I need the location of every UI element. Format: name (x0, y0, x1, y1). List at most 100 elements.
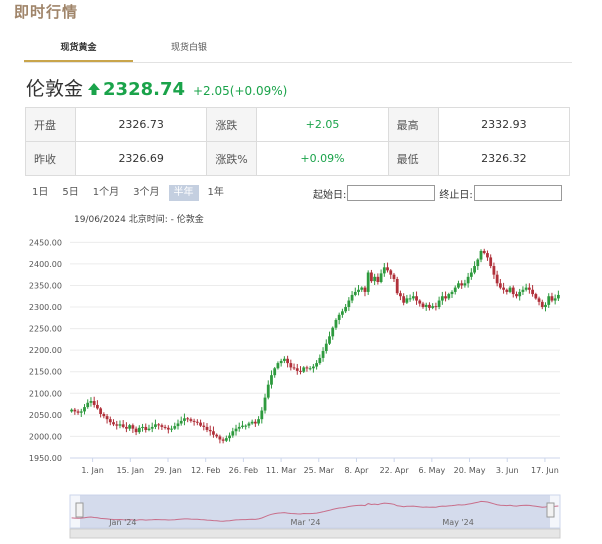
navigator-scrollbar (69, 528, 561, 539)
candle-body (424, 304, 428, 308)
navigator-handle-left (75, 502, 84, 518)
stat-label-change-pct: 涨跌% (206, 141, 258, 176)
candle-body (137, 427, 141, 433)
candle-body (495, 274, 499, 284)
candle-body (257, 419, 260, 424)
candle-body (341, 311, 344, 315)
x-tick-label: 11. Mar (266, 466, 297, 475)
market-tabs: 现货黄金 现货白银 (24, 38, 572, 63)
candle-body (73, 409, 77, 412)
candle-body (469, 272, 473, 277)
stat-label-low: 最低 (387, 141, 439, 176)
candle-body (408, 298, 412, 300)
start-date-input[interactable] (347, 185, 436, 201)
candle-body (166, 427, 170, 430)
candle-body (250, 421, 254, 424)
candle-body (534, 294, 538, 299)
candle-body (189, 419, 193, 421)
x-tick-label: 15. Jan (117, 466, 145, 475)
candle-body (186, 418, 190, 420)
range-button-1y[interactable]: 1年 (203, 185, 229, 201)
candle-body (486, 253, 489, 258)
range-button-6m[interactable]: 半年 (168, 185, 199, 201)
y-tick-label: 2200.00 (29, 346, 62, 355)
candle-body (328, 336, 331, 344)
candle-body (337, 314, 341, 320)
x-tick-label: 12. Feb (191, 466, 220, 475)
candle-body (556, 294, 560, 299)
candle-body (431, 306, 435, 308)
candle-body (360, 287, 364, 290)
tab-spot-gold[interactable]: 现货黄金 (24, 38, 133, 62)
candle-body (199, 422, 202, 426)
navigator-label: Mar '24 (291, 518, 321, 527)
y-tick-label: 2300.00 (29, 303, 62, 312)
candle-body (415, 296, 418, 301)
candle-body (476, 259, 480, 267)
candle-body (282, 358, 286, 361)
stats-row: 昨收 2326.69 涨跌% +0.09% 最低 2326.32 (24, 141, 571, 176)
candle-body (357, 289, 360, 292)
chart-background (26, 230, 568, 540)
tab-spot-silver[interactable]: 现货白银 (144, 38, 234, 62)
end-date-input[interactable] (473, 185, 562, 201)
candle-body (89, 401, 93, 403)
price-chart: 1950.00 2000.00 2050.00 2100.00 2150.00 2200.… (26, 230, 568, 540)
stat-label-high: 最高 (387, 107, 439, 142)
candle-body (350, 294, 354, 301)
candle-body (276, 363, 280, 369)
candle-body (379, 273, 383, 282)
candle-body (218, 436, 222, 440)
candle-body (253, 421, 257, 424)
candle-body (266, 384, 270, 398)
candle-body (160, 425, 164, 427)
candle-body (208, 429, 212, 432)
candle-body (518, 291, 522, 297)
candle-body (440, 296, 444, 301)
candle-body (202, 425, 206, 427)
candle-body (105, 416, 109, 420)
candle-body (450, 291, 454, 295)
candle-body (347, 300, 351, 308)
range-button-3m[interactable]: 3个月 (128, 185, 164, 201)
candle-body (273, 368, 277, 376)
candle-body (482, 250, 486, 254)
candle-body (83, 407, 86, 412)
candle-body (428, 304, 431, 308)
candle-body (479, 250, 483, 260)
stat-value-prev-close: 2326.69 (75, 141, 208, 176)
candle-body (453, 287, 457, 292)
candlestick-chart-svg: 1950.00 2000.00 2050.00 2100.00 2150.00 2200.… (26, 230, 568, 540)
candle-body (460, 283, 464, 286)
candle-body (366, 272, 370, 292)
candle-body (195, 421, 199, 423)
candle-body (212, 431, 215, 435)
stat-value-open: 2326.73 (75, 107, 208, 142)
candle-body (237, 426, 241, 429)
candle-body (527, 287, 531, 290)
candle-body (305, 367, 309, 369)
candle-body (144, 426, 148, 430)
candle-body (418, 300, 422, 304)
candle-body (154, 424, 157, 427)
range-button-1m[interactable]: 1个月 (88, 185, 124, 201)
range-button-5d[interactable]: 5日 (57, 185, 83, 201)
candle-body (176, 423, 180, 427)
candle-body (389, 270, 393, 275)
candle-body (260, 410, 264, 420)
candle-body (537, 298, 541, 302)
candle-body (315, 363, 319, 367)
candle-body (547, 296, 551, 305)
quote-header: 伦敦金 2328.74 +2.05(+0.09%) (26, 74, 287, 104)
candle-body (118, 424, 122, 426)
candle-body (121, 424, 125, 427)
candle-body (163, 426, 167, 428)
candle-body (447, 294, 451, 299)
x-tick-label: 8. Apr (344, 466, 369, 475)
x-tick-label: 25. Mar (304, 466, 335, 475)
candle-body (353, 291, 357, 295)
candle-body (521, 289, 525, 292)
candle-body (411, 296, 415, 299)
range-button-1d[interactable]: 1日 (27, 185, 53, 201)
candle-body (231, 431, 235, 436)
